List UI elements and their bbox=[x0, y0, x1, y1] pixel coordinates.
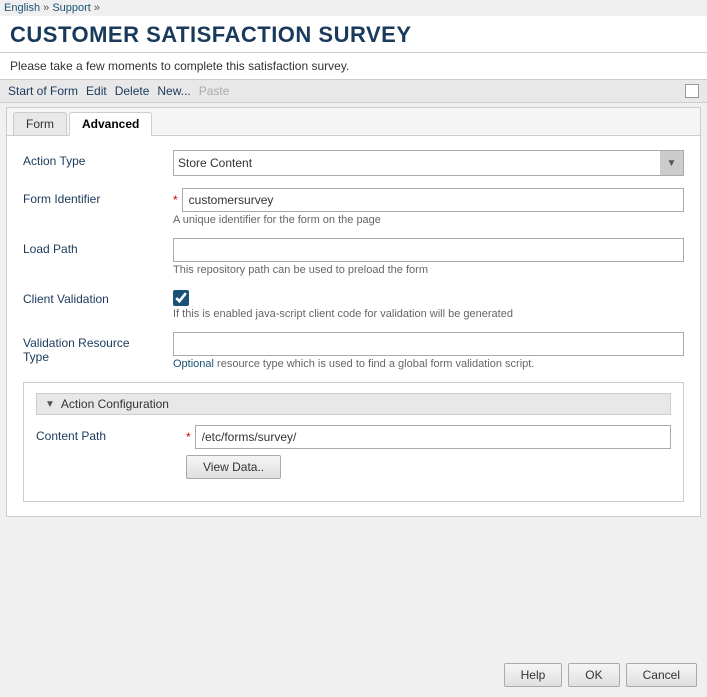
action-type-select-wrapper: Store ContentForward to PathCustom ▼ bbox=[173, 150, 684, 176]
toolbar-start-of-form[interactable]: Start of Form bbox=[8, 84, 78, 98]
section-title: Action Configuration bbox=[61, 397, 169, 411]
client-validation-control: If this is enabled java-script client co… bbox=[173, 288, 684, 320]
form-identifier-row: Form Identifier * A unique identifier fo… bbox=[23, 188, 684, 226]
validation-resource-label: Validation Resource Type bbox=[23, 332, 173, 364]
validation-resource-input[interactable] bbox=[173, 332, 684, 356]
load-path-input[interactable] bbox=[173, 238, 684, 262]
main-panel: Form Advanced Action Type Store ContentF… bbox=[6, 107, 701, 517]
client-validation-label: Client Validation bbox=[23, 288, 173, 306]
client-validation-checkbox[interactable] bbox=[173, 290, 189, 306]
toolbar-new[interactable]: New... bbox=[157, 84, 190, 98]
validation-resource-row: Validation Resource Type Optional resour… bbox=[23, 332, 684, 370]
hint-suffix: resource type which is used to find a gl… bbox=[214, 358, 534, 370]
bottom-buttons: Help OK Cancel bbox=[504, 663, 697, 687]
tab-advanced[interactable]: Advanced bbox=[69, 112, 152, 136]
content-path-input[interactable] bbox=[195, 425, 671, 449]
action-type-select[interactable]: Store ContentForward to PathCustom bbox=[173, 150, 684, 176]
client-validation-row: Client Validation If this is enabled jav… bbox=[23, 288, 684, 320]
validation-resource-control: Optional resource type which is used to … bbox=[173, 332, 684, 370]
page-title: CUSTOMER SATISFACTION SURVEY bbox=[10, 22, 697, 48]
help-button[interactable]: Help bbox=[504, 663, 563, 687]
validation-resource-hint: Optional resource type which is used to … bbox=[173, 358, 684, 370]
section-header: ▼ Action Configuration bbox=[36, 393, 671, 415]
form-body: Action Type Store ContentForward to Path… bbox=[7, 136, 700, 516]
action-type-row: Action Type Store ContentForward to Path… bbox=[23, 150, 684, 176]
tab-bar: Form Advanced bbox=[7, 108, 700, 136]
ok-button[interactable]: OK bbox=[568, 663, 619, 687]
content-path-label: Content Path bbox=[36, 425, 186, 443]
form-identifier-hint: A unique identifier for the form on the … bbox=[173, 214, 684, 226]
client-validation-hint: If this is enabled java-script client co… bbox=[173, 308, 684, 320]
content-path-control: * View Data.. bbox=[186, 425, 671, 479]
load-path-label: Load Path bbox=[23, 238, 173, 256]
action-configuration-section: ▼ Action Configuration Content Path * Vi… bbox=[23, 382, 684, 502]
breadcrumb-support[interactable]: Support bbox=[52, 2, 91, 14]
action-type-control: Store ContentForward to PathCustom ▼ bbox=[173, 150, 684, 176]
toolbar-paste: Paste bbox=[199, 84, 230, 98]
load-path-hint: This repository path can be used to prel… bbox=[173, 264, 684, 276]
load-path-row: Load Path This repository path can be us… bbox=[23, 238, 684, 276]
cancel-button[interactable]: Cancel bbox=[626, 663, 697, 687]
hint-optional: Optional bbox=[173, 358, 214, 370]
form-identifier-label: Form Identifier bbox=[23, 188, 173, 206]
toolbar-checkbox[interactable] bbox=[685, 84, 699, 98]
form-identifier-input[interactable] bbox=[182, 188, 684, 212]
breadcrumb: English » Support » bbox=[0, 0, 707, 16]
toolbar-edit[interactable]: Edit bbox=[86, 84, 107, 98]
tab-form[interactable]: Form bbox=[13, 112, 67, 135]
section-collapse-icon[interactable]: ▼ bbox=[45, 399, 55, 410]
toolbar-delete[interactable]: Delete bbox=[115, 84, 150, 98]
toolbar: Start of Form Edit Delete New... Paste bbox=[0, 79, 707, 103]
content-path-row: Content Path * View Data.. bbox=[36, 425, 671, 479]
form-identifier-required: * bbox=[173, 193, 178, 207]
action-type-label: Action Type bbox=[23, 150, 173, 168]
content-path-required: * bbox=[186, 430, 191, 444]
form-identifier-control: * A unique identifier for the form on th… bbox=[173, 188, 684, 226]
breadcrumb-english[interactable]: English bbox=[4, 2, 40, 14]
page-subtitle: Please take a few moments to complete th… bbox=[10, 59, 349, 73]
load-path-control: This repository path can be used to prel… bbox=[173, 238, 684, 276]
view-data-button[interactable]: View Data.. bbox=[186, 455, 281, 479]
